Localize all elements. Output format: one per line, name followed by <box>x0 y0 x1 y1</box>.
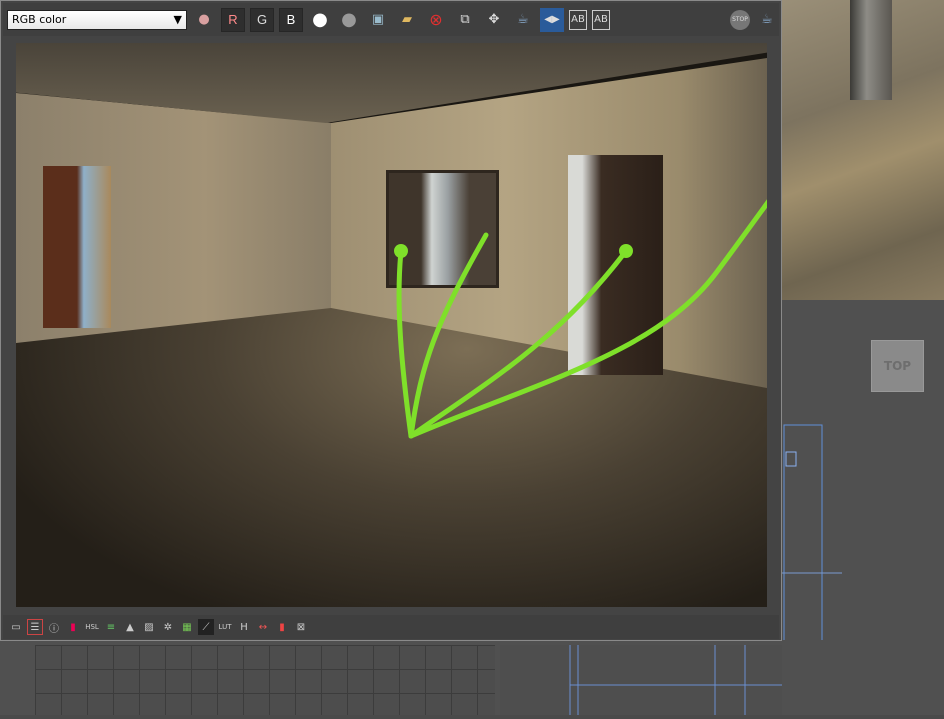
red-channel-button[interactable]: R <box>221 7 245 32</box>
stop-icon[interactable]: STOP <box>730 9 750 30</box>
panel-toggle-icon[interactable]: ▭ <box>8 619 24 635</box>
channel-dropdown-value: RGB color <box>12 13 67 26</box>
histogram-icon[interactable]: ▲ <box>122 619 138 635</box>
clear-icon[interactable]: ⊗ <box>424 8 448 32</box>
open-folder-icon[interactable]: ▰ <box>395 8 419 32</box>
stroke-endpoint <box>394 244 408 258</box>
info-icon[interactable]: ⓘ <box>46 619 62 635</box>
compare-icon[interactable]: ◀▶ <box>540 7 564 32</box>
stroke-to-window-left <box>396 248 414 439</box>
chevron-down-icon: ▼ <box>173 13 182 26</box>
exposure-icon[interactable]: ✲ <box>160 619 176 635</box>
lut-icon[interactable]: LUT <box>217 619 233 635</box>
pixel-aspect-icon[interactable]: ↔ <box>255 619 271 635</box>
viewport-grid-left[interactable] <box>35 645 495 715</box>
gray-swatch-icon[interactable]: ● <box>337 8 361 32</box>
clone-window-icon[interactable]: ⧉ <box>453 8 477 32</box>
stroke-endpoint <box>619 244 633 258</box>
curves-icon[interactable]: ▨ <box>141 619 157 635</box>
color-correction-icon[interactable]: ▮ <box>65 619 81 635</box>
green-channel-button[interactable]: G <box>250 7 274 32</box>
rendered-frame-window: RGB color ▼ ● R G B ● ● ▣ ▰ ⊗ ⧉ ✥ ☕ ◀▶ AB… <box>0 0 782 641</box>
save-image-icon[interactable]: ▣ <box>366 8 390 32</box>
render-teapot-icon[interactable]: ☕ <box>755 8 779 32</box>
srgb-curve-icon[interactable]: ⟋ <box>198 619 214 635</box>
ab-compare-b-icon[interactable]: AB <box>592 9 610 30</box>
annotation-strokes <box>394 199 767 439</box>
stereo-icon[interactable]: ▮ <box>274 619 290 635</box>
channel-dropdown[interactable]: RGB color ▼ <box>7 9 187 30</box>
white-swatch-icon[interactable]: ● <box>308 8 332 32</box>
frame-buffer-bottom-toolbar: ▭ ☰ ⓘ ▮ HSL ≡ ▲ ▨ ✲ ▦ ⟋ LUT H ↔ ▮ ⊠ <box>3 615 779 639</box>
stroke-to-window-right <box>408 232 489 439</box>
region-select-icon[interactable]: ✥ <box>482 8 506 32</box>
viewport-grid-right[interactable] <box>500 645 782 715</box>
background-icon[interactable]: ▦ <box>179 619 195 635</box>
stroke-to-door <box>408 248 629 439</box>
rendered-image <box>16 43 767 607</box>
teapot-render-icon[interactable]: ☕ <box>511 8 535 32</box>
viewport-wireframe-lines <box>569 645 782 715</box>
viewcube-top[interactable]: TOP <box>871 340 924 392</box>
background-door <box>850 0 892 100</box>
lens-effects-icon[interactable]: ⊠ <box>293 619 309 635</box>
info-panel-icon[interactable]: ☰ <box>27 619 43 635</box>
blue-channel-button[interactable]: B <box>279 7 303 32</box>
stroke-to-outside <box>408 199 767 439</box>
ab-compare-a-icon[interactable]: AB <box>569 9 587 30</box>
frame-buffer-toolbar: RGB color ▼ ● R G B ● ● ▣ ▰ ⊗ ⧉ ✥ ☕ ◀▶ AB… <box>3 3 779 36</box>
hsl-icon[interactable]: HSL <box>84 619 100 635</box>
hdr-icon[interactable]: H <box>236 619 252 635</box>
levels-icon[interactable]: ≡ <box>103 619 119 635</box>
display-channels-icon[interactable]: ● <box>192 8 216 32</box>
